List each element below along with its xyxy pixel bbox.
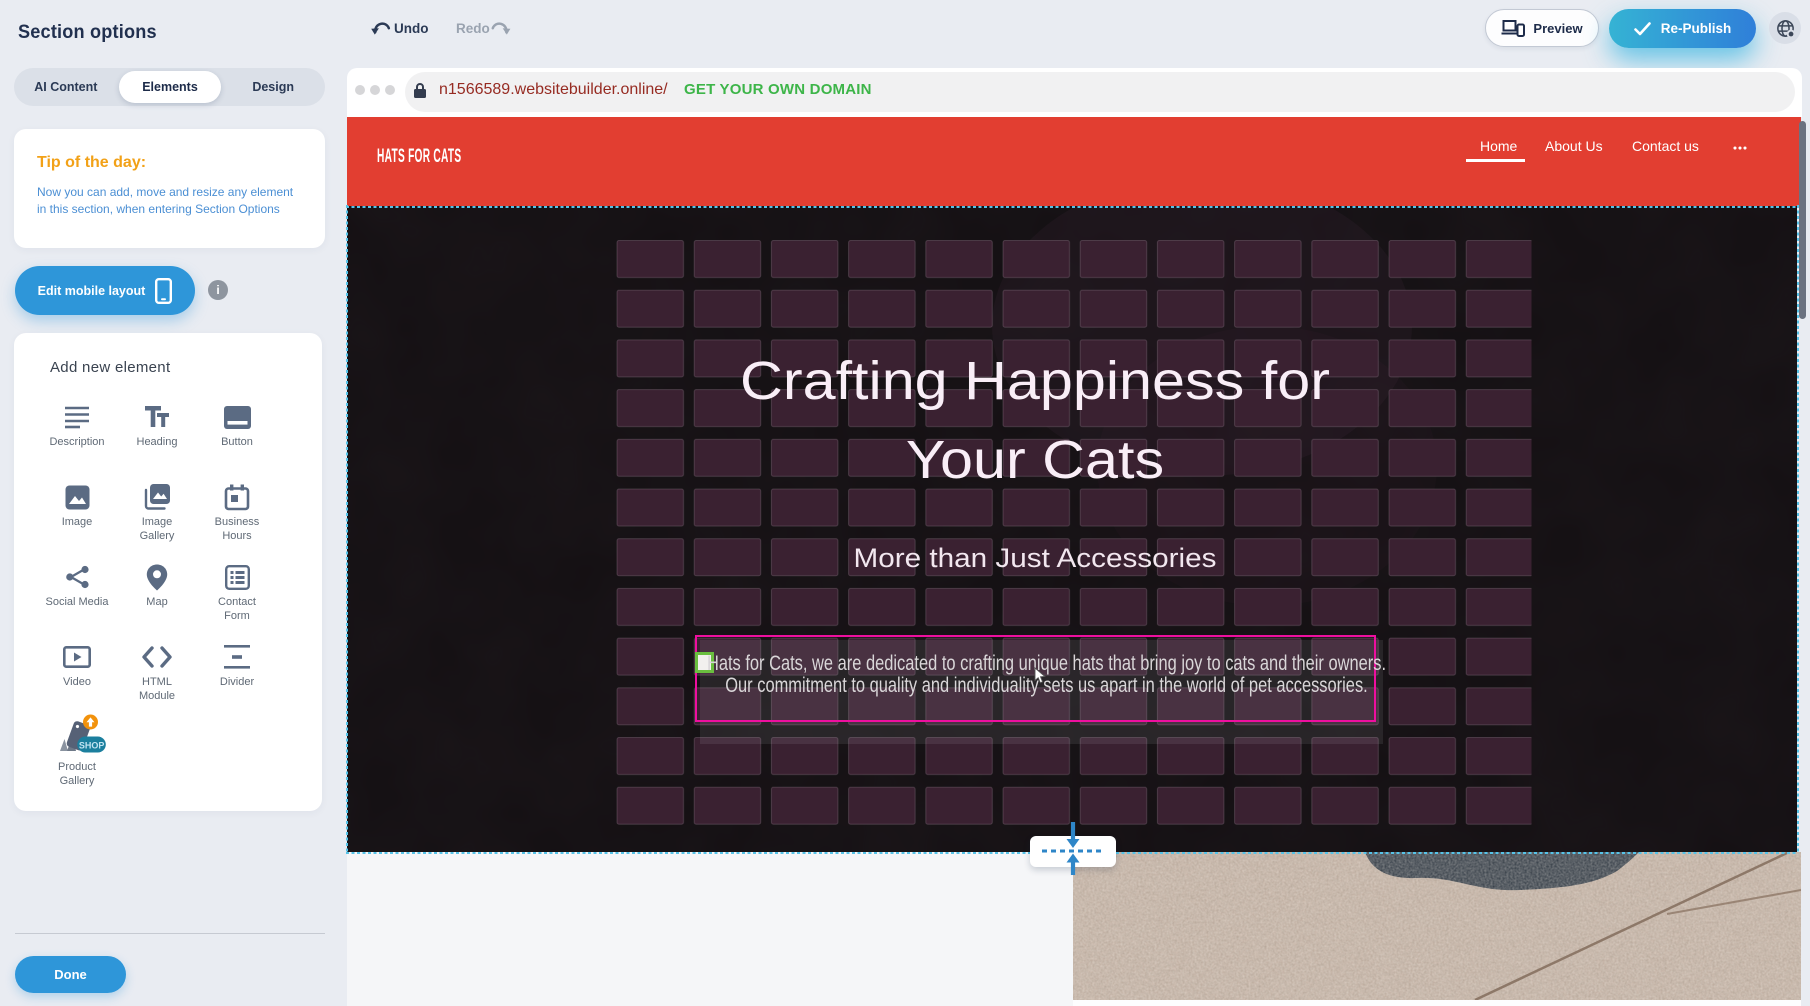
svg-text:Undo: Undo	[394, 21, 429, 36]
svg-text:SHOP: SHOP	[79, 740, 105, 750]
svg-text:Redo: Redo	[456, 21, 490, 36]
